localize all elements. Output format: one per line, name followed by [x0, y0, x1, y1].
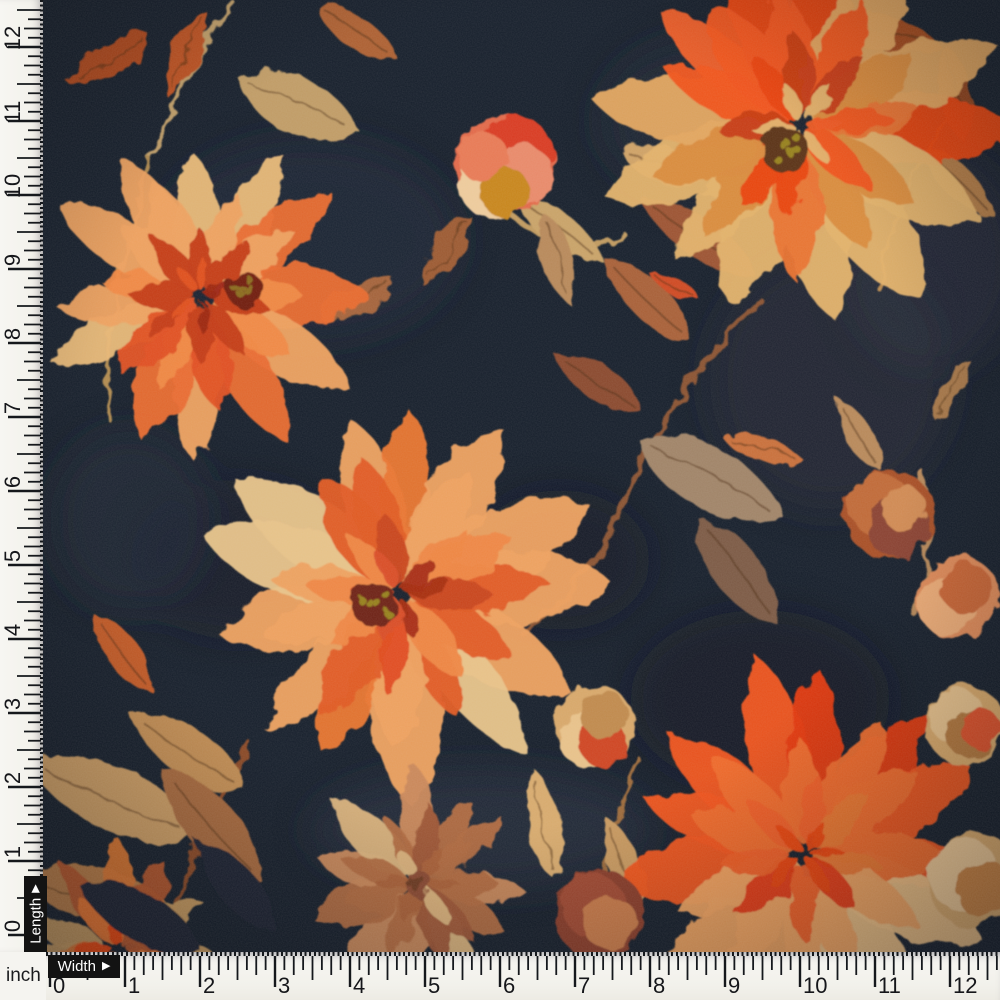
width-inch-number: 9: [728, 975, 740, 997]
width-inch-number: 4: [353, 975, 365, 997]
width-label-box: Width ▶: [48, 955, 120, 978]
width-inch-number: 5: [428, 975, 440, 997]
width-inch-number: 2: [203, 975, 215, 997]
fabric-measurement-image: 0123456789101112 Length ▶ 01234567891011…: [0, 0, 1000, 1000]
length-ruler-dashed-edge: [40, 0, 44, 952]
width-inch-number: 1: [128, 975, 140, 997]
width-ruler-ticks: [0, 952, 1000, 1000]
unit-corner: inch: [0, 952, 46, 1000]
length-inch-number: 8: [0, 328, 26, 340]
length-inch-number: 6: [0, 476, 26, 488]
width-inch-number: 11: [878, 975, 901, 997]
fabric-photo: [0, 0, 1000, 1000]
length-inch-number: 9: [0, 254, 26, 266]
length-inch-number: 7: [0, 402, 26, 414]
width-inch-number: 8: [653, 975, 665, 997]
length-ruler: 0123456789101112 Length ▶: [0, 0, 43, 952]
width-ruler-dashed-edge: [46, 952, 1000, 956]
up-arrow-icon: ▶: [30, 884, 41, 892]
width-inch-number: 6: [503, 975, 515, 997]
length-inch-number: 1: [0, 846, 26, 858]
length-inch-number: 3: [0, 698, 26, 710]
width-inch-number: 3: [278, 975, 290, 997]
width-ruler: 0123456789101112 Width ▶: [0, 952, 1000, 1000]
length-inch-number: 5: [0, 550, 26, 562]
length-label: Length: [27, 898, 44, 944]
length-inch-number: 10: [0, 174, 26, 198]
length-label-box: Length ▶: [24, 876, 47, 952]
length-inch-number: 0: [0, 920, 26, 932]
width-inch-number: 12: [953, 975, 977, 997]
right-arrow-icon: ▶: [102, 961, 110, 972]
length-inch-number: 4: [0, 624, 26, 636]
width-inch-number: 10: [803, 975, 827, 997]
width-label: Width: [58, 958, 96, 975]
length-inch-number: 2: [0, 772, 26, 784]
width-inch-number: 0: [53, 975, 65, 997]
length-inch-number: 11: [0, 101, 26, 124]
unit-label: inch: [6, 965, 41, 987]
length-inch-number: 12: [0, 26, 26, 50]
width-inch-number: 7: [578, 975, 590, 997]
